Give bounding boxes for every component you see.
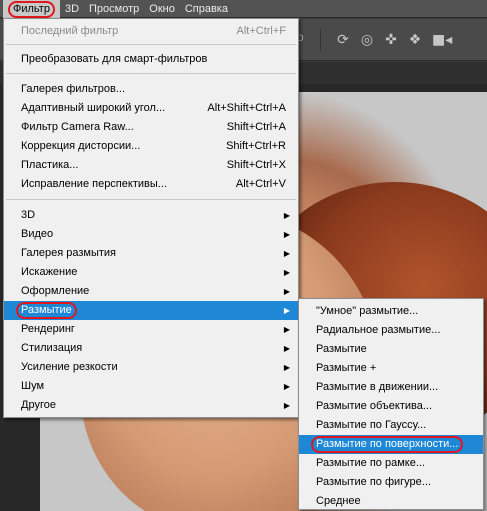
- filter-menu: Последний фильтр Alt+Ctrl+F Преобразовать…: [3, 18, 299, 418]
- submenu-arrow-icon: ▶: [283, 363, 290, 372]
- blur-item-blur-more[interactable]: Размытие +: [299, 359, 483, 378]
- menu-item-adaptive-wide-angle[interactable]: Адаптивный широкий угол... Alt+Shift+Ctrl…: [4, 99, 298, 118]
- submenu-video[interactable]: Видео ▶: [4, 225, 298, 244]
- menu-item-filter-gallery[interactable]: Галерея фильтров...: [4, 80, 298, 99]
- submenu-arrow-icon: ▶: [283, 325, 290, 334]
- submenu-arrow-icon: ▶: [283, 230, 290, 239]
- menu-view[interactable]: Просмотр: [84, 0, 144, 18]
- menu-3d[interactable]: 3D: [60, 0, 84, 18]
- menu-item-vanishing-point[interactable]: Исправление перспективы... Alt+Ctrl+V: [4, 175, 298, 194]
- submenu-arrow-icon: ▶: [283, 268, 290, 277]
- submenu-arrow-icon: ▶: [283, 249, 290, 258]
- submenu-stylize-decor[interactable]: Оформление ▶: [4, 282, 298, 301]
- menu-filter[interactable]: Фильтр: [3, 0, 60, 18]
- blur-item-motion[interactable]: Размытие в движении...: [299, 378, 483, 397]
- menu-window[interactable]: Окно: [144, 0, 180, 18]
- submenu-sharpen[interactable]: Усиление резкости ▶: [4, 358, 298, 377]
- menu-separator: [6, 44, 296, 45]
- pan-3d-icon[interactable]: ✜: [382, 31, 400, 49]
- blur-item-surface[interactable]: Размытие по поверхности...: [299, 435, 483, 454]
- submenu-render[interactable]: Рендеринг ▶: [4, 320, 298, 339]
- submenu-arrow-icon: ▶: [283, 211, 290, 220]
- submenu-blur[interactable]: Размытие ▶: [4, 301, 298, 320]
- submenu-arrow-icon: ▶: [283, 287, 290, 296]
- options-separator: [320, 29, 321, 51]
- menu-item-last-filter[interactable]: Последний фильтр Alt+Ctrl+F: [4, 22, 298, 41]
- blur-item-lens[interactable]: Размытие объектива...: [299, 397, 483, 416]
- blur-item-blur[interactable]: Размытие: [299, 340, 483, 359]
- rotate-3d-icon[interactable]: ⟳: [334, 31, 352, 49]
- submenu-other[interactable]: Другое ▶: [4, 396, 298, 415]
- submenu-noise[interactable]: Шум ▶: [4, 377, 298, 396]
- blur-item-box[interactable]: Размытие по рамке...: [299, 454, 483, 473]
- menu-separator: [6, 199, 296, 200]
- blur-item-shape[interactable]: Размытие по фигуре...: [299, 473, 483, 492]
- submenu-arrow-icon: ▶: [283, 344, 290, 353]
- blur-item-gaussian[interactable]: Размытие по Гауссу...: [299, 416, 483, 435]
- video-camera-icon[interactable]: ■◂: [432, 31, 452, 49]
- blur-submenu: "Умное" размытие... Радиальное размытие.…: [298, 298, 484, 510]
- submenu-arrow-icon: ▶: [283, 306, 290, 315]
- menu-item-lens-correction[interactable]: Коррекция дисторсии... Shift+Ctrl+R: [4, 137, 298, 156]
- menu-help[interactable]: Справка: [180, 0, 233, 18]
- submenu-3d[interactable]: 3D ▶: [4, 206, 298, 225]
- submenu-arrow-icon: ▶: [283, 401, 290, 410]
- menu-item-convert-smart[interactable]: Преобразовать для смарт-фильтров: [4, 50, 298, 69]
- submenu-stylize[interactable]: Стилизация ▶: [4, 339, 298, 358]
- menu-separator: [6, 73, 296, 74]
- menu-bar: Фильтр 3D Просмотр Окно Справка: [0, 0, 487, 18]
- blur-item-radial[interactable]: Радиальное размытие...: [299, 321, 483, 340]
- submenu-arrow-icon: ▶: [283, 382, 290, 391]
- blur-item-smart[interactable]: "Умное" размытие...: [299, 302, 483, 321]
- roll-3d-icon[interactable]: ◎: [358, 31, 376, 49]
- menu-item-liquify[interactable]: Пластика... Shift+Ctrl+X: [4, 156, 298, 175]
- blur-item-average[interactable]: Среднее: [299, 492, 483, 511]
- submenu-blur-gallery[interactable]: Галерея размытия ▶: [4, 244, 298, 263]
- slide-3d-icon[interactable]: ❖: [406, 31, 424, 49]
- submenu-distort[interactable]: Искажение ▶: [4, 263, 298, 282]
- menu-item-camera-raw[interactable]: Фильтр Camera Raw... Shift+Ctrl+A: [4, 118, 298, 137]
